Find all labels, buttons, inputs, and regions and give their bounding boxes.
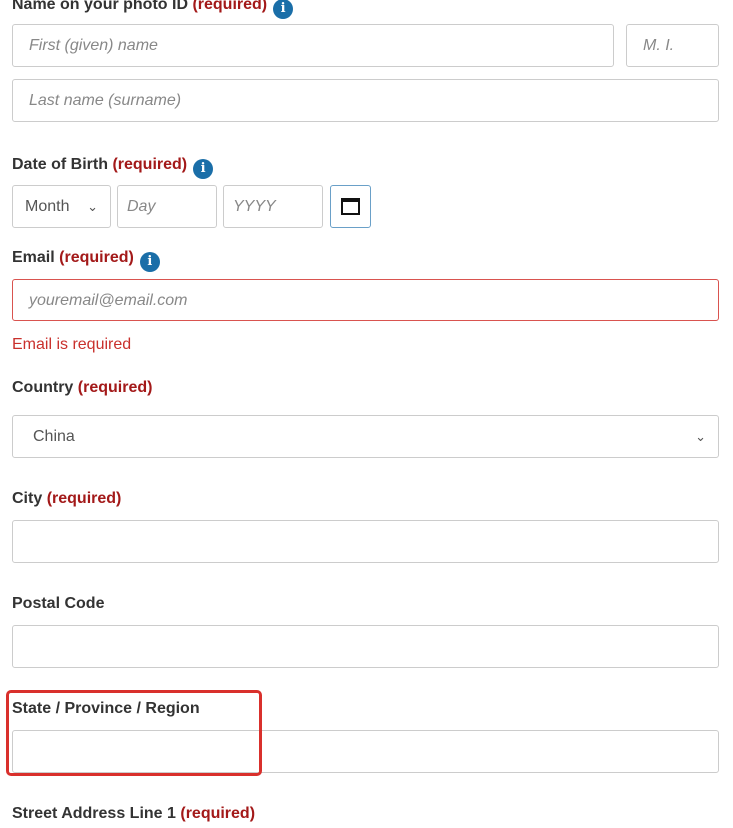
city-label: City (required) bbox=[12, 490, 122, 507]
first-name-input[interactable]: First (given) name bbox=[12, 24, 614, 67]
email-input[interactable]: youremail@email.com bbox=[12, 279, 719, 321]
info-icon[interactable]: i bbox=[139, 252, 160, 272]
email-error: Email is required bbox=[12, 336, 132, 353]
middle-initial-input[interactable]: M. I. bbox=[626, 24, 719, 67]
country-value: China bbox=[33, 428, 75, 445]
postal-code-label: Postal Code bbox=[12, 595, 105, 612]
chevron-down-icon: ⌄ bbox=[87, 199, 98, 214]
state-label: State / Province / Region bbox=[12, 700, 200, 717]
dob-label: Date of Birth (required) i bbox=[12, 156, 214, 179]
state-input[interactable] bbox=[12, 730, 719, 773]
last-name-input[interactable]: Last name (surname) bbox=[12, 79, 719, 122]
email-label: Email (required) i bbox=[12, 249, 160, 272]
calendar-button[interactable] bbox=[330, 185, 371, 228]
postal-code-input[interactable] bbox=[12, 625, 719, 668]
city-input[interactable] bbox=[12, 520, 719, 563]
info-icon[interactable]: i bbox=[273, 0, 294, 19]
name-label: Name on your photo ID (required) i bbox=[12, 0, 294, 19]
month-value: Month bbox=[25, 198, 70, 215]
street-address-1-label: Street Address Line 1 (required) bbox=[12, 805, 256, 822]
info-icon[interactable]: i bbox=[193, 159, 214, 179]
country-label: Country (required) bbox=[12, 379, 153, 396]
month-select[interactable]: Month ⌄ bbox=[12, 185, 111, 228]
calendar-icon bbox=[341, 198, 360, 215]
country-select[interactable]: China ⌄ bbox=[12, 415, 719, 458]
chevron-down-icon: ⌄ bbox=[695, 429, 706, 444]
year-input[interactable]: YYYY bbox=[223, 185, 323, 228]
day-input[interactable]: Day bbox=[117, 185, 217, 228]
